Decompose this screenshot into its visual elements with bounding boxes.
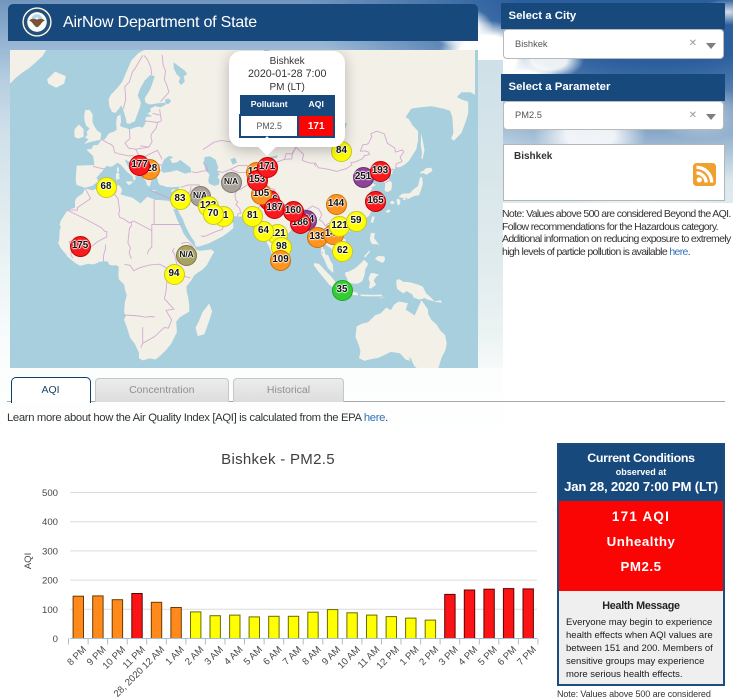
svg-text:AQI: AQI: [23, 553, 34, 570]
svg-text:4 PM: 4 PM: [456, 644, 480, 668]
svg-text:4 AM: 4 AM: [222, 644, 245, 667]
svg-text:8 AM: 8 AM: [300, 644, 323, 667]
svg-text:200: 200: [42, 576, 58, 587]
svg-text:8 PM: 8 PM: [65, 644, 89, 668]
svg-text:2 PM: 2 PM: [417, 644, 441, 668]
svg-text:3 AM: 3 AM: [203, 644, 226, 667]
svg-text:6 PM: 6 PM: [496, 644, 520, 668]
svg-text:100: 100: [42, 605, 58, 616]
svg-text:300: 300: [42, 546, 58, 557]
svg-text:1 AM: 1 AM: [163, 644, 186, 667]
svg-text:500: 500: [42, 488, 58, 499]
svg-text:7 PM: 7 PM: [515, 644, 539, 668]
svg-text:5 PM: 5 PM: [476, 644, 500, 668]
svg-text:1 PM: 1 PM: [398, 644, 422, 668]
svg-text:7 AM: 7 AM: [281, 644, 304, 667]
svg-text:0: 0: [53, 634, 58, 645]
svg-text:5 AM: 5 AM: [242, 644, 265, 667]
svg-text:3 PM: 3 PM: [437, 644, 461, 668]
svg-text:6 AM: 6 AM: [261, 644, 284, 667]
svg-text:2 AM: 2 AM: [183, 644, 206, 667]
svg-text:Bishkek - PM2.5: Bishkek - PM2.5: [221, 451, 335, 468]
svg-text:400: 400: [42, 517, 58, 528]
